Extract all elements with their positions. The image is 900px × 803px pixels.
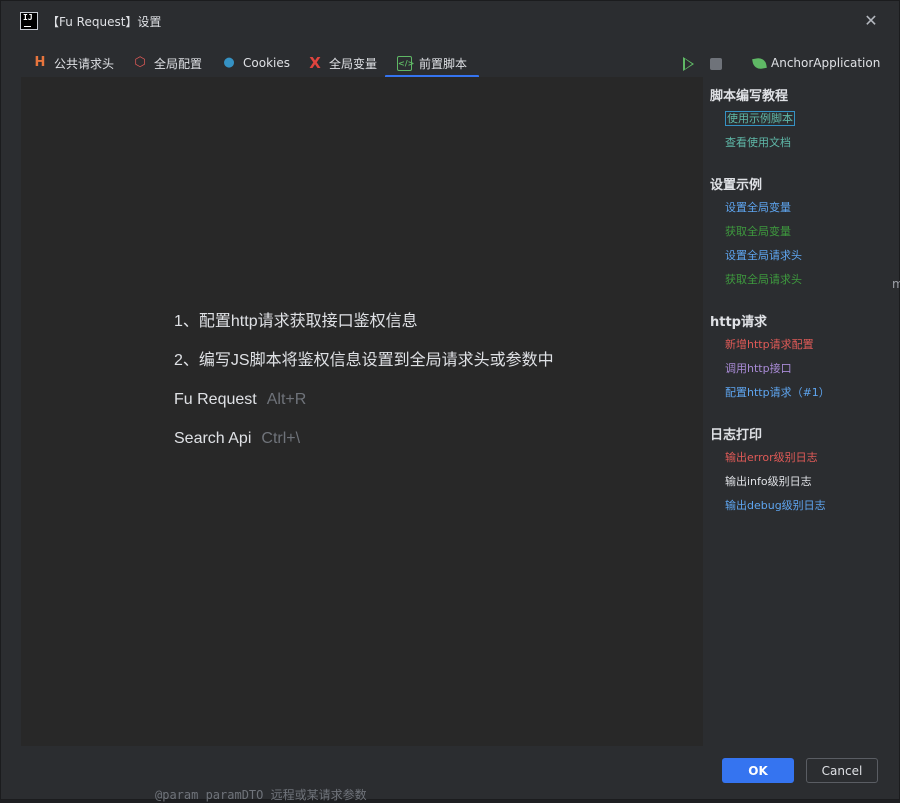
empty-state-hints: 1、配置http请求获取接口鉴权信息 2、编写JS脚本将鉴权信息设置到全局请求头… — [174, 311, 554, 467]
tab-label: 全局配置 — [154, 56, 203, 71]
section-title-logging: 日志打印 — [710, 428, 763, 443]
run-configuration-label: AnchorApplication — [771, 56, 881, 70]
tab-public-headers[interactable]: H 公共请求头 — [33, 49, 114, 77]
link-log-error[interactable]: 输出error级别日志 — [725, 446, 890, 470]
link-use-example-script[interactable]: 使用示例脚本 — [725, 107, 890, 131]
script-editor[interactable]: 1、配置http请求获取接口鉴权信息 2、编写JS脚本将鉴权信息设置到全局请求头… — [21, 77, 703, 746]
hint-search-api: Search Api Ctrl+\ — [174, 430, 301, 447]
h-letter-icon: H — [34, 55, 46, 70]
title-bar: IJ 【Fu Request】设置 ✕ — [1, 1, 899, 41]
section-title-http: http请求 — [710, 315, 767, 330]
hint-fu-request: Fu Request Alt+R — [174, 391, 307, 408]
link-log-debug[interactable]: 输出debug级别日志 — [725, 494, 890, 518]
intellij-logo-icon: IJ — [20, 12, 38, 30]
close-icon[interactable]: ✕ — [862, 12, 880, 30]
spring-leaf-icon — [752, 56, 767, 70]
cancel-button[interactable]: Cancel — [806, 758, 878, 783]
link-get-global-header[interactable]: 获取全局请求头 — [725, 268, 890, 292]
link-set-global-header[interactable]: 设置全局请求头 — [725, 244, 890, 268]
background-code-fragment: m — [892, 277, 900, 291]
run-configuration[interactable]: AnchorApplication — [752, 56, 881, 70]
tab-label: 公共请求头 — [54, 56, 115, 71]
section-title-examples: 设置示例 — [710, 178, 763, 193]
gear-hex-icon: ⬡ — [134, 55, 146, 70]
tab-global-variables[interactable]: X 全局变量 — [308, 49, 377, 77]
hint-step-2: 2、编写JS脚本将鉴权信息设置到全局请求头或参数中 — [174, 352, 554, 369]
window-title: 【Fu Request】设置 — [47, 15, 162, 29]
cookie-icon: ● — [223, 55, 235, 70]
link-add-http-config[interactable]: 新增http请求配置 — [725, 333, 890, 357]
tab-label: 前置脚本 — [419, 56, 468, 71]
code-icon: </> — [397, 55, 414, 71]
link-set-global-var[interactable]: 设置全局变量 — [725, 196, 890, 220]
link-view-docs[interactable]: 查看使用文档 — [725, 131, 890, 155]
ok-button[interactable]: OK — [722, 758, 794, 783]
tab-cookies[interactable]: ● Cookies — [222, 49, 290, 77]
tab-label: Cookies — [243, 56, 290, 70]
background-code-line: @param paramDTO 远程或某请求参数 — [155, 788, 367, 802]
shortcut-label: Alt+R — [266, 391, 307, 408]
tab-label: 全局变量 — [329, 56, 378, 71]
tab-global-config[interactable]: ⬡ 全局配置 — [133, 49, 202, 77]
play-icon[interactable] — [683, 57, 694, 71]
tab-pre-script[interactable]: </> 前置脚本 — [384, 49, 480, 78]
link-log-info[interactable]: 输出info级别日志 — [725, 470, 890, 494]
link-config-http-request[interactable]: 配置http请求（#1） — [725, 381, 890, 405]
x-variable-icon: X — [309, 54, 321, 72]
hint-step-1: 1、配置http请求获取接口鉴权信息 — [174, 313, 418, 330]
shortcut-label: Ctrl+\ — [261, 430, 301, 447]
link-get-global-var[interactable]: 获取全局变量 — [725, 220, 890, 244]
link-call-http-api[interactable]: 调用http接口 — [725, 357, 890, 381]
stop-icon[interactable] — [710, 58, 722, 70]
settings-dialog: IJ 【Fu Request】设置 ✕ H 公共请求头 ⬡ 全局配置 ● Coo… — [0, 0, 900, 800]
help-sidebar: 脚本编写教程 使用示例脚本 查看使用文档 设置示例 设置全局变量 获取全局变量 … — [710, 87, 890, 518]
section-title-tutorial: 脚本编写教程 — [710, 89, 789, 104]
